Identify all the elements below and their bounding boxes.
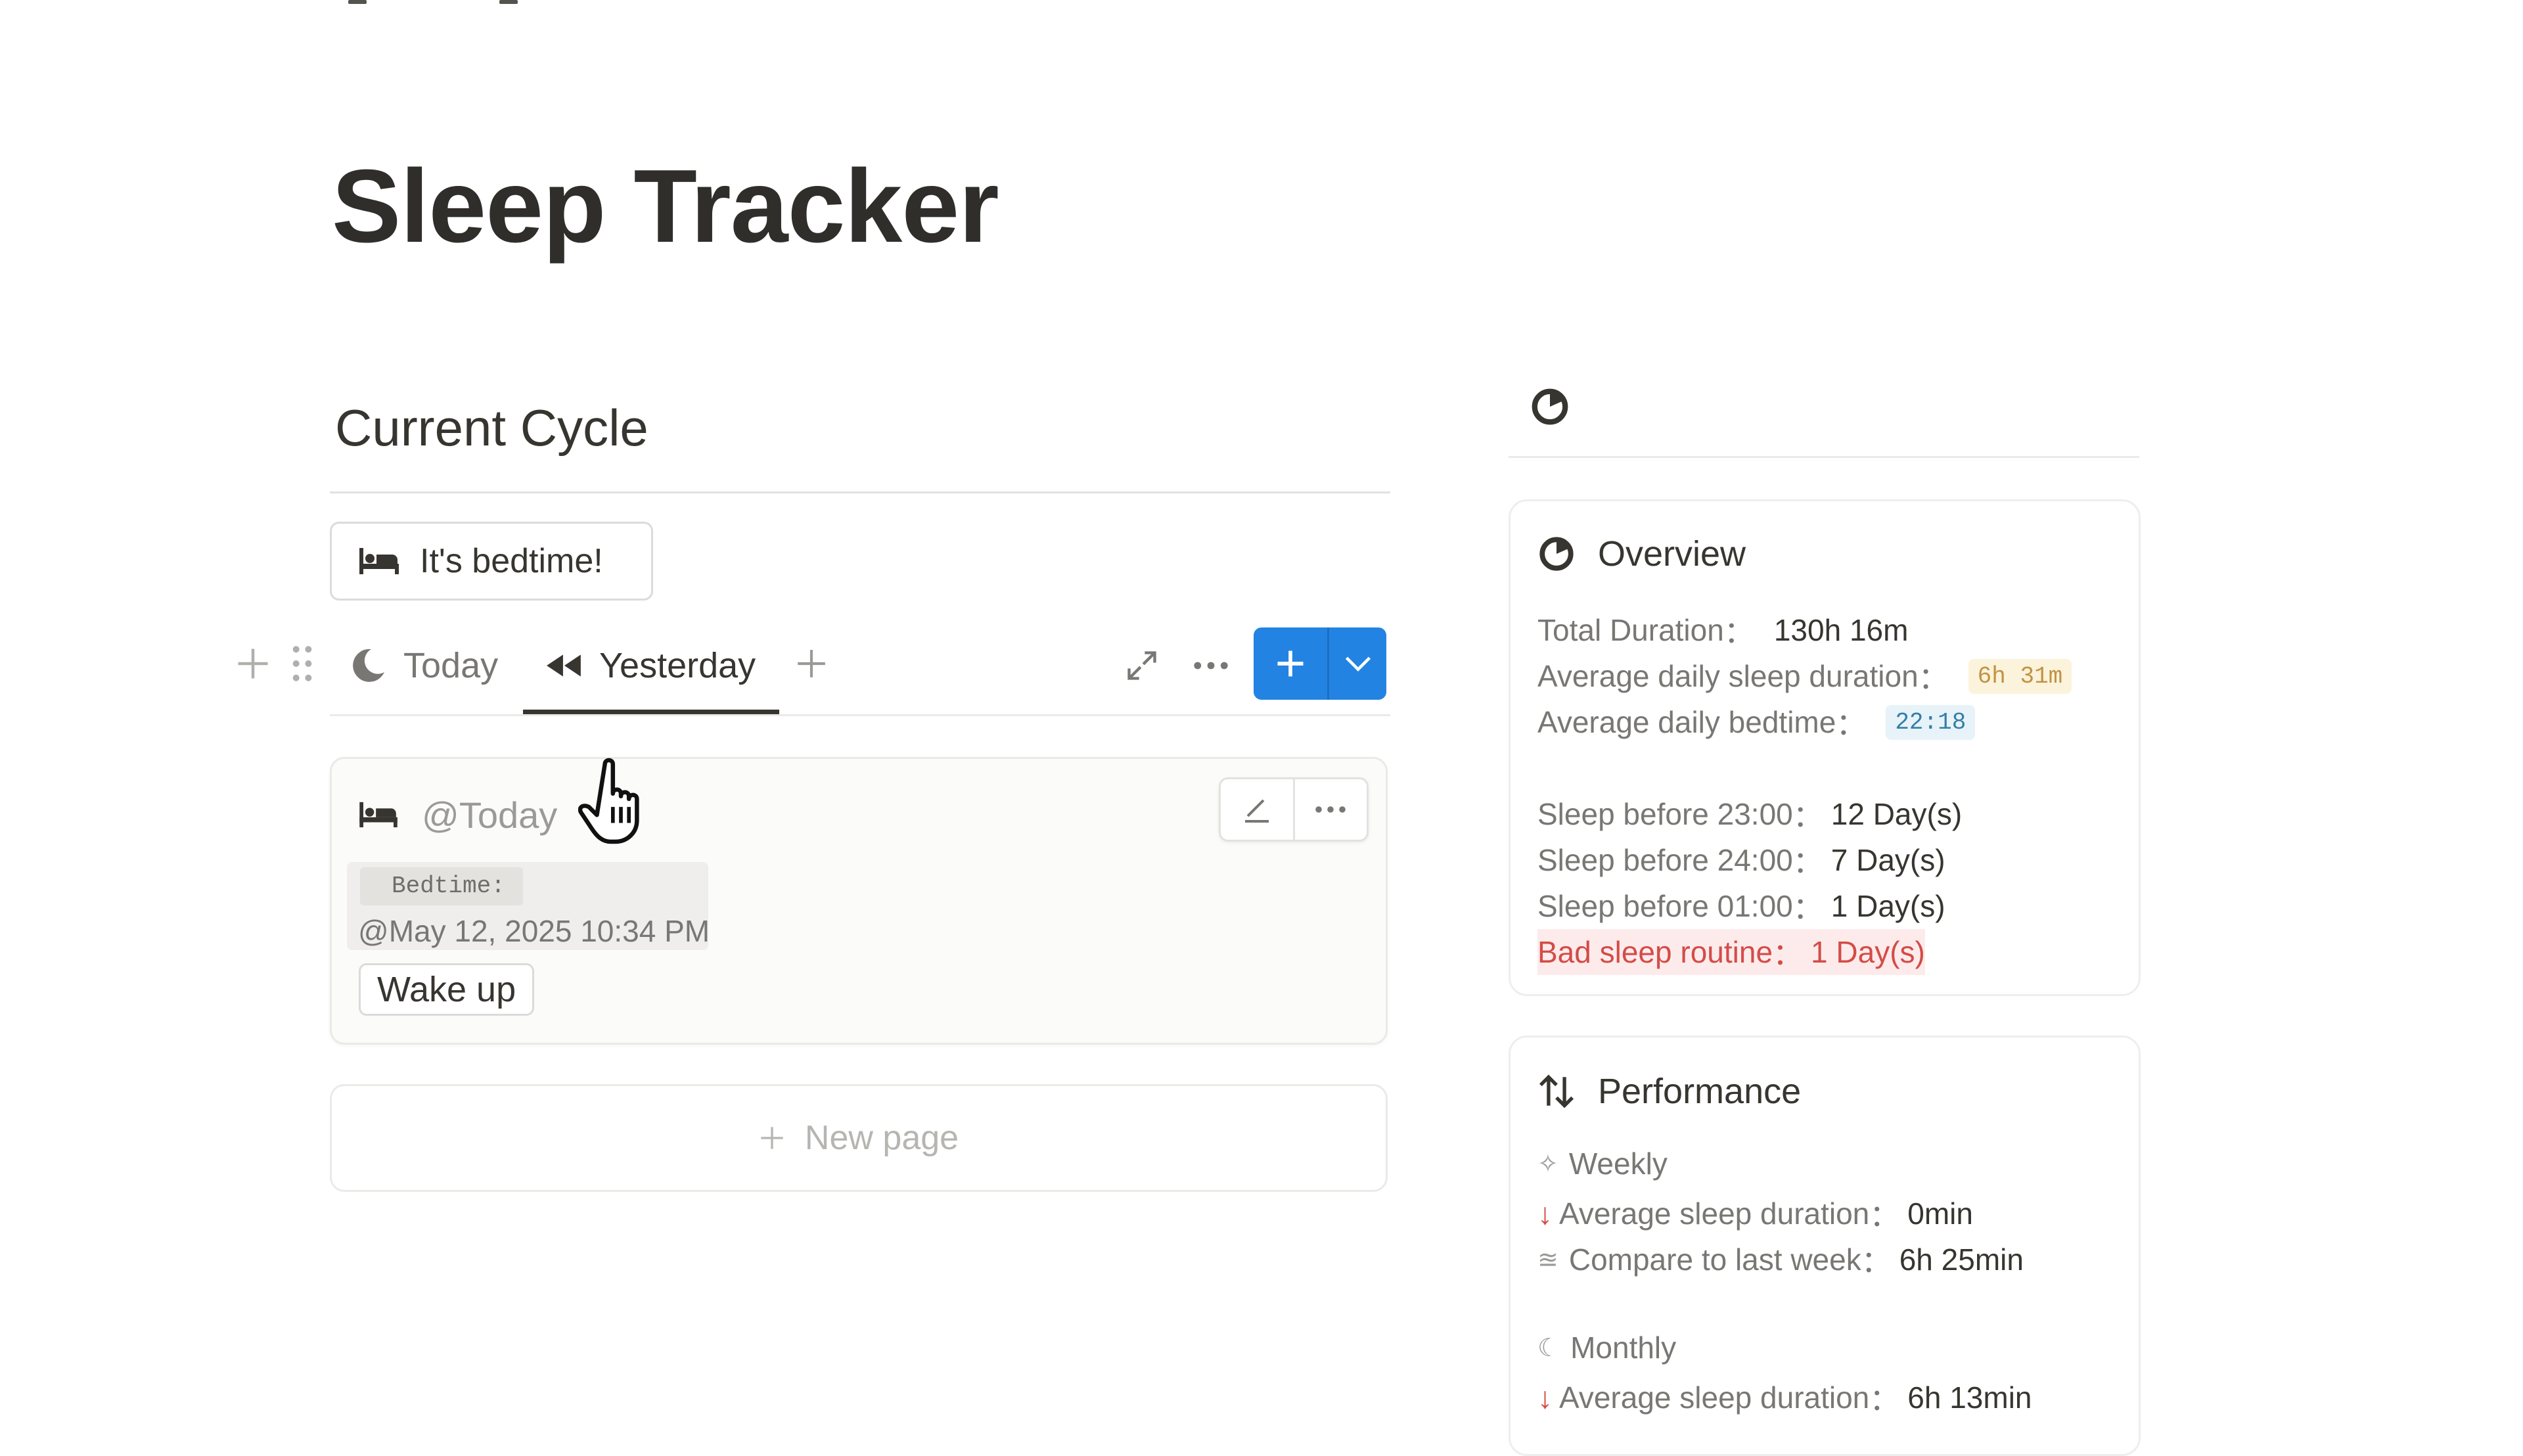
tab-today[interactable]: Today xyxy=(348,627,498,703)
section-title-current-cycle: Current Cycle xyxy=(335,399,648,457)
add-block-icon[interactable] xyxy=(230,641,276,687)
performance-title: Performance xyxy=(1598,1072,1802,1111)
bedtime-property-value[interactable]: @May 12, 2025 10:34 PM xyxy=(358,913,710,949)
rewind-icon xyxy=(545,652,583,679)
down-arrow-icon: ↓ xyxy=(1537,1196,1553,1231)
down-arrow-icon: ↓ xyxy=(1537,1380,1553,1415)
duration-badge: 6h 31m xyxy=(1968,658,2072,694)
sleep-before-01: Sleep before 01:00： 1 Day(s) xyxy=(1537,889,1945,925)
sparkle-icon: ✧ xyxy=(1537,1150,1558,1178)
weekly-compare: ≊ Compare to last week： 6h 25min xyxy=(1537,1242,2024,1279)
crescent-icon: ☾ xyxy=(1537,1334,1560,1362)
right-divider xyxy=(1509,456,2139,458)
approx-icon: ≊ xyxy=(1537,1246,1558,1274)
top-fragment xyxy=(348,0,526,4)
performance-header: Performance xyxy=(1537,1068,1801,1114)
crescent-icon xyxy=(368,876,382,896)
card-title[interactable]: @Today xyxy=(358,792,557,838)
section-divider xyxy=(330,491,1390,493)
pie-chart-icon xyxy=(1537,535,1576,573)
new-page-label: New page xyxy=(804,1119,959,1157)
edit-icon[interactable] xyxy=(1221,779,1293,840)
sort-arrows-icon xyxy=(1537,1072,1576,1110)
avg-bedtime: Average daily bedtime： 22:18 xyxy=(1537,700,1976,744)
tab-yesterday[interactable]: Yesterday xyxy=(545,627,756,703)
weekly-avg-duration: ↓ Average sleep duration： 0min xyxy=(1537,1196,1973,1233)
sleep-before-23: Sleep before 23:00： 12 Day(s) xyxy=(1537,797,1963,833)
card-actions xyxy=(1219,777,1369,842)
total-duration: Total Duration： 130h 16m xyxy=(1537,613,1909,649)
bedtime-button-label: It's bedtime! xyxy=(420,542,603,580)
tabs-divider xyxy=(330,714,1390,716)
hand-cursor-icon xyxy=(578,756,664,848)
card-title-text: @Today xyxy=(422,794,558,836)
overview-title: Overview xyxy=(1598,534,1746,574)
weekly-label: ✧ Weekly xyxy=(1537,1147,1668,1181)
pie-chart-icon xyxy=(1530,386,1570,427)
bedtime-button[interactable]: It's bedtime! xyxy=(330,522,653,601)
avg-sleep-duration: Average daily sleep duration： 6h 31m xyxy=(1537,654,2072,698)
tab-today-label: Today xyxy=(403,645,499,685)
card-more-icon[interactable] xyxy=(1295,779,1367,840)
view-tabs-bar: Today Yesterday xyxy=(223,627,1393,716)
page-title: Sleep Tracker xyxy=(332,148,999,264)
bedtime-badge: 22:18 xyxy=(1886,704,1976,740)
chevron-down-icon[interactable] xyxy=(1329,627,1386,700)
monthly-avg-duration: ↓ Average sleep duration： 6h 13min xyxy=(1537,1380,2032,1417)
bed-icon xyxy=(358,800,399,830)
sleep-before-24: Sleep before 24:00： 7 Day(s) xyxy=(1537,843,1945,879)
active-tab-indicator xyxy=(523,710,779,714)
more-options-icon[interactable] xyxy=(1186,641,1235,690)
overview-header: Overview xyxy=(1537,531,1746,577)
new-page-button[interactable]: New page xyxy=(330,1084,1388,1192)
tab-yesterday-label: Yesterday xyxy=(599,645,756,685)
plus-icon xyxy=(759,1125,785,1151)
add-view-icon[interactable] xyxy=(788,641,834,687)
new-entry-button[interactable] xyxy=(1254,627,1386,700)
expand-icon[interactable] xyxy=(1117,641,1166,690)
moon-icon xyxy=(348,646,388,685)
bad-sleep-routine: Bad sleep routine： 1 Day(s) xyxy=(1537,929,1925,975)
wake-up-button[interactable]: Wake up xyxy=(359,963,535,1016)
drag-handle-icon[interactable] xyxy=(286,641,319,687)
bed-icon xyxy=(358,545,400,577)
bedtime-property-label: Bedtime: xyxy=(368,873,505,899)
plus-icon[interactable] xyxy=(1254,627,1327,700)
monthly-label: ☾ Monthly xyxy=(1537,1331,1677,1365)
